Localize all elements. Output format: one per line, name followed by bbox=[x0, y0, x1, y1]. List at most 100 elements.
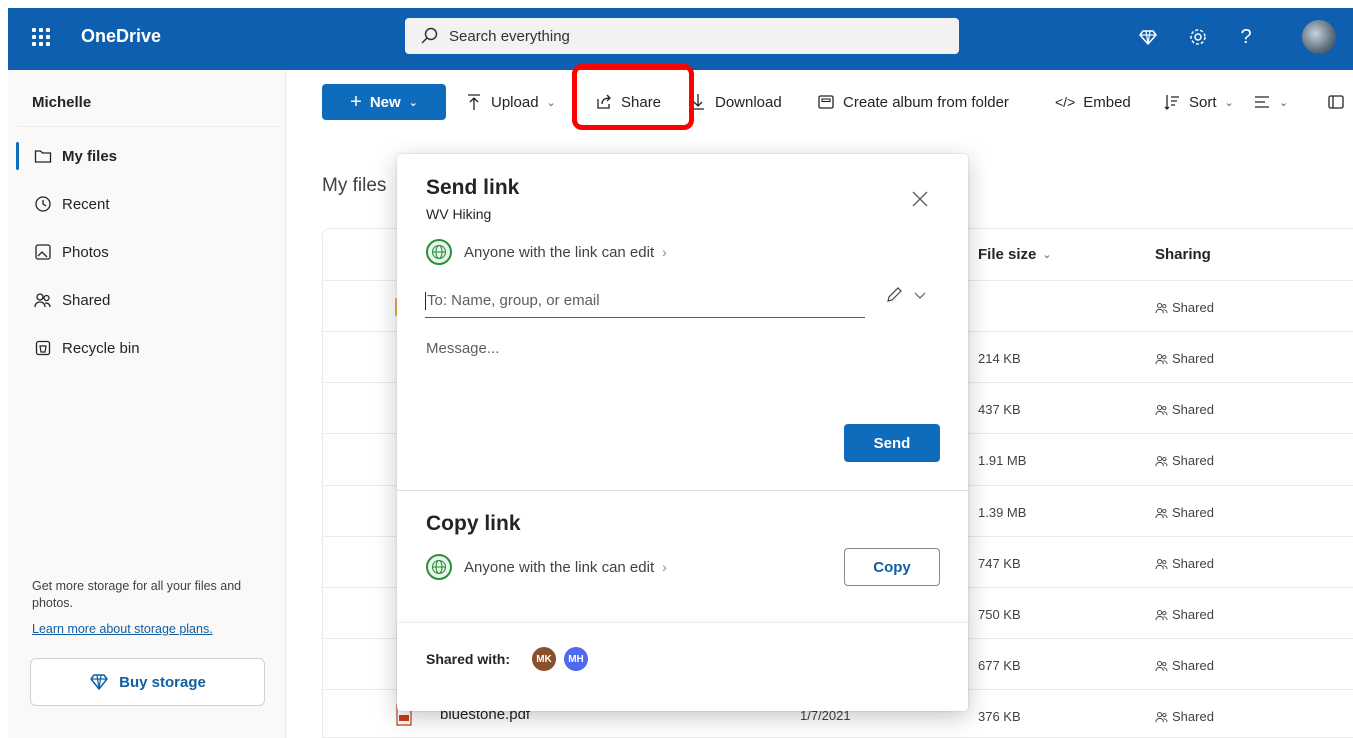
top-strip bbox=[0, 0, 1353, 8]
sharing-status[interactable]: Shared bbox=[1155, 709, 1214, 724]
sidebar-item-label: My files bbox=[62, 147, 118, 165]
sharing-label: Shared bbox=[1172, 556, 1214, 571]
file-size: 376 KB bbox=[978, 709, 1021, 724]
download-icon bbox=[692, 94, 704, 110]
upload-button[interactable]: Upload ⌄ bbox=[465, 84, 556, 120]
shared-with-label: Shared with: bbox=[426, 651, 511, 667]
pencil-icon bbox=[887, 287, 902, 302]
file-size: 214 KB bbox=[978, 351, 1021, 366]
sidebar-item-label: Photos bbox=[62, 243, 109, 261]
embed-button[interactable]: </> Embed bbox=[1055, 84, 1131, 120]
sharing-label: Shared bbox=[1172, 351, 1214, 366]
people-icon bbox=[1155, 712, 1168, 723]
globe-icon bbox=[426, 239, 452, 265]
sharing-status[interactable]: Shared bbox=[1155, 453, 1214, 468]
app-launcher-icon[interactable] bbox=[30, 26, 52, 48]
sharing-label: Shared bbox=[1172, 607, 1214, 622]
new-button[interactable]: + New ⌄ bbox=[322, 84, 446, 120]
share-button[interactable]: Share bbox=[595, 84, 661, 120]
column-header-sharing[interactable]: Sharing bbox=[1155, 246, 1211, 263]
people-icon bbox=[1155, 354, 1168, 365]
create-album-button[interactable]: Create album from folder bbox=[817, 84, 1009, 120]
sidebar-item-photos[interactable]: Photos bbox=[24, 234, 274, 270]
sharing-status[interactable]: Shared bbox=[1155, 607, 1214, 622]
copy-button[interactable]: Copy bbox=[844, 548, 940, 586]
recipients-input[interactable]: To: Name, group, or email bbox=[425, 284, 865, 318]
link-permission-setting[interactable]: Anyone with the link can edit › bbox=[426, 239, 667, 265]
file-size: 1.39 MB bbox=[978, 505, 1027, 520]
sharing-label: Shared bbox=[1172, 505, 1214, 520]
avatar[interactable]: MH bbox=[562, 645, 590, 673]
chevron-right-icon: › bbox=[662, 244, 667, 260]
chevron-down-icon: ⌄ bbox=[1224, 96, 1234, 109]
sort-icon bbox=[1164, 95, 1179, 110]
sidebar-item-shared[interactable]: Shared bbox=[24, 282, 274, 318]
people-icon bbox=[1155, 405, 1168, 416]
chevron-down-icon: ⌄ bbox=[1279, 96, 1289, 109]
sharing-status[interactable]: Shared bbox=[1155, 556, 1214, 571]
send-link-title: Send link bbox=[426, 176, 520, 199]
command-bar: + New ⌄ Upload ⌄ Share Download Create a… bbox=[287, 70, 1353, 134]
sharing-label: Shared bbox=[1172, 709, 1214, 724]
people-icon bbox=[1155, 456, 1168, 467]
dialog-divider bbox=[397, 490, 968, 491]
sidebar-item-my-files[interactable]: My files bbox=[16, 138, 274, 174]
view-options-button[interactable]: ⌄ bbox=[1253, 84, 1288, 120]
upload-icon bbox=[468, 94, 480, 110]
buy-storage-label: Buy storage bbox=[119, 673, 206, 691]
file-size: 677 KB bbox=[978, 658, 1021, 673]
link-permission-label: Anyone with the link can edit bbox=[464, 243, 655, 261]
diamond-icon bbox=[90, 674, 108, 690]
sidebar-item-label: Recent bbox=[62, 195, 110, 213]
album-icon bbox=[818, 95, 834, 109]
column-header-file-size[interactable]: File size ⌄ bbox=[978, 246, 1052, 263]
avatar[interactable]: MK bbox=[530, 645, 558, 673]
message-input[interactable]: Message... bbox=[426, 340, 936, 410]
file-size: 747 KB bbox=[978, 556, 1021, 571]
help-icon[interactable]: ? bbox=[1233, 24, 1259, 50]
recipient-permission-dropdown[interactable] bbox=[885, 286, 929, 304]
upload-label: Upload bbox=[491, 93, 539, 111]
sharing-status[interactable]: Shared bbox=[1155, 402, 1214, 417]
sidebar-item-recent[interactable]: Recent bbox=[24, 186, 274, 222]
storage-plans-link[interactable]: Learn more about storage plans. bbox=[32, 622, 213, 636]
sharing-status[interactable]: Shared bbox=[1155, 351, 1214, 366]
message-placeholder: Message... bbox=[426, 340, 500, 357]
sidebar-item-recycle-bin[interactable]: Recycle bin bbox=[24, 330, 274, 366]
storage-promo-text: Get more storage for all your files and … bbox=[32, 579, 242, 610]
people-icon bbox=[1155, 661, 1168, 672]
sharing-label: Shared bbox=[1172, 453, 1214, 468]
buy-storage-button[interactable]: Buy storage bbox=[30, 658, 265, 706]
people-icon bbox=[1155, 559, 1168, 570]
download-button[interactable]: Download bbox=[689, 84, 782, 120]
copy-link-title: Copy link bbox=[426, 512, 521, 535]
sharing-status[interactable]: Shared bbox=[1155, 658, 1214, 673]
send-button[interactable]: Send bbox=[844, 424, 940, 462]
sort-button[interactable]: Sort ⌄ bbox=[1163, 84, 1234, 120]
app-name[interactable]: OneDrive bbox=[81, 26, 161, 47]
trash-icon bbox=[35, 340, 51, 356]
search-placeholder: Search everything bbox=[449, 27, 570, 45]
embed-label: Embed bbox=[1083, 93, 1131, 111]
sidebar-divider bbox=[18, 126, 280, 127]
search-icon bbox=[421, 27, 438, 44]
details-pane-button[interactable] bbox=[1327, 84, 1345, 120]
copy-link-permission-setting[interactable]: Anyone with the link can edit › bbox=[426, 554, 667, 580]
premium-diamond-icon[interactable] bbox=[1135, 24, 1161, 50]
people-icon bbox=[1155, 610, 1168, 621]
details-pane-icon bbox=[1328, 95, 1344, 109]
list-view-icon bbox=[1255, 96, 1269, 108]
chevron-down-icon: ⌄ bbox=[408, 96, 418, 109]
share-label: Share bbox=[621, 93, 662, 111]
account-avatar[interactable] bbox=[1300, 18, 1338, 56]
new-label: New bbox=[369, 93, 401, 111]
sharing-status[interactable]: Shared bbox=[1155, 300, 1214, 315]
create-album-label: Create album from folder bbox=[843, 93, 1009, 111]
plus-icon: + bbox=[350, 91, 362, 113]
folder-icon bbox=[34, 150, 52, 163]
search-input[interactable]: Search everything bbox=[405, 18, 959, 54]
close-icon[interactable] bbox=[909, 188, 931, 210]
download-label: Download bbox=[715, 93, 782, 111]
settings-gear-icon[interactable] bbox=[1185, 24, 1211, 50]
sharing-status[interactable]: Shared bbox=[1155, 505, 1214, 520]
